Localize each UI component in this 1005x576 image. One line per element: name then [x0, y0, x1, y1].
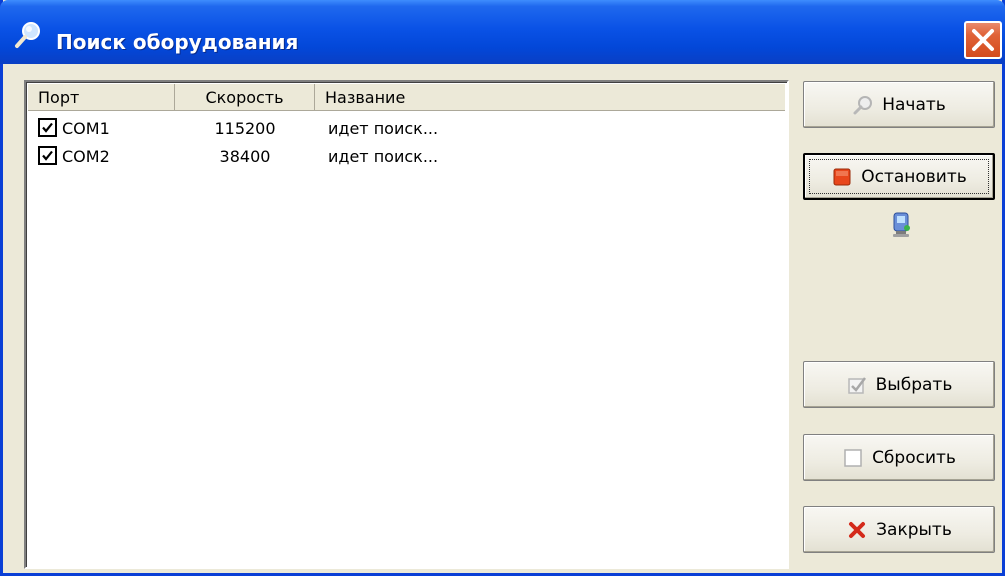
column-header-name[interactable]: Название	[315, 84, 785, 110]
port-cell: COM1	[62, 119, 110, 138]
name-cell: идет поиск...	[328, 147, 439, 166]
list-row-com2[interactable]: COM2 38400 идет поиск...	[28, 142, 788, 170]
empty-checkbox-icon	[842, 447, 864, 469]
stop-square-icon	[831, 166, 853, 188]
start-button[interactable]: Начать	[803, 81, 995, 128]
equipment-search-window: Поиск оборудования Порт Скорость Названи…	[0, 0, 1005, 576]
stop-button[interactable]: Остановить	[803, 153, 995, 200]
checkmark-icon	[42, 150, 53, 161]
dialog-content: Порт Скорость Название COM1 115200 идет …	[3, 64, 1002, 573]
speed-cell: 38400	[219, 147, 271, 166]
row-checkbox[interactable]	[38, 146, 57, 165]
speed-cell: 115200	[214, 119, 276, 138]
list-header: Порт Скорость Название	[28, 84, 785, 111]
row-checkbox[interactable]	[38, 118, 57, 137]
title-bar[interactable]: Поиск оборудования	[0, 0, 1005, 64]
close-button-label: Закрыть	[876, 519, 952, 540]
magnifier-icon	[852, 94, 874, 116]
name-cell: идет поиск...	[328, 119, 439, 138]
stop-button-label: Остановить	[861, 166, 967, 187]
window-title: Поиск оборудования	[56, 30, 299, 54]
reset-button[interactable]: Сбросить	[803, 434, 995, 481]
port-cell: COM2	[62, 147, 110, 166]
reset-button-label: Сбросить	[872, 447, 956, 468]
magnifier-icon	[15, 22, 40, 48]
network-computer-icon	[893, 212, 910, 237]
close-button[interactable]: Закрыть	[803, 506, 995, 553]
close-icon	[972, 29, 994, 51]
select-button[interactable]: Выбрать	[803, 361, 995, 408]
ports-list[interactable]: Порт Скорость Название COM1 115200 идет …	[24, 80, 789, 569]
column-header-port[interactable]: Порт	[28, 84, 175, 110]
start-button-label: Начать	[882, 94, 946, 115]
close-window-button[interactable]	[964, 21, 1002, 59]
checkmark-icon	[42, 122, 53, 133]
column-header-speed[interactable]: Скорость	[175, 84, 315, 110]
check-icon	[846, 374, 868, 396]
red-x-icon	[846, 519, 868, 541]
list-row-com1[interactable]: COM1 115200 идет поиск...	[28, 114, 788, 142]
select-button-label: Выбрать	[875, 374, 953, 395]
